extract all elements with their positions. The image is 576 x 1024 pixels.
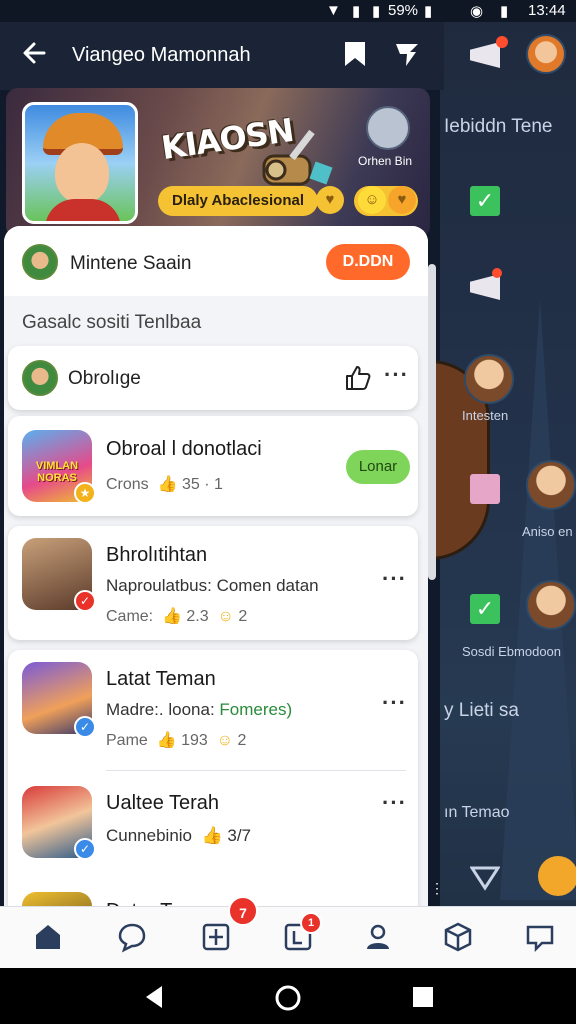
item-meta: Crons 👍 35 · 1 (106, 476, 223, 493)
star-badge-icon: ★ (74, 482, 96, 504)
mascot-label: Orhen Bin (358, 154, 413, 168)
background-text-6: ın Temao (444, 804, 510, 821)
add-button[interactable]: Lonar (346, 450, 410, 484)
item-title: Bhrolıtihtan (106, 544, 208, 566)
status-bar: ▼ ▮ ▮ 59% ▮ ◉ ▮ 13:44 (0, 0, 576, 22)
group-avatar (22, 360, 58, 396)
smile-icon: ☺ (358, 186, 386, 214)
background-text-4: Sosdi Ebmodoon (462, 644, 562, 659)
signal-icon: ▮ (352, 3, 361, 20)
notification-badge: 7 (228, 896, 258, 926)
list-group: ✓ Latat Teman Madre:. loona: Fomeres) Pa… (8, 650, 418, 926)
more-options-icon[interactable]: ··· (382, 790, 407, 816)
calendar-icon[interactable] (200, 921, 232, 953)
home-circle-icon[interactable] (274, 984, 302, 1017)
check-badge-icon: ✓ (74, 590, 96, 612)
smile-icon: ☺ (213, 608, 234, 625)
thumb-icon: 👍 (153, 476, 178, 493)
join-button[interactable]: D.DDN (326, 244, 410, 280)
notification-badge: 1 (300, 912, 322, 934)
owner-name: Mintene Saain (70, 253, 192, 274)
check-icon[interactable]: ✓ (470, 186, 500, 216)
background-text-1: Iebiddn Tene (444, 116, 553, 137)
home-icon[interactable] (32, 921, 64, 953)
battery-text: 59% (388, 2, 419, 19)
item-subtitle: Naproulatbus: Comen datan (106, 576, 319, 595)
item-title: Ualtee Terah (106, 792, 220, 814)
more-options-icon[interactable]: ··· (382, 690, 407, 716)
signal-icon: ▮ (372, 3, 381, 20)
triangle-icon[interactable] (469, 864, 501, 892)
clock-text: 13:44 (528, 2, 566, 19)
app-screen: Iebiddn Tene ✓ Intesten Aniso en ✓ Sosdi… (0, 0, 576, 1024)
background-text-3: Aniso en (522, 524, 573, 539)
background-text-2: Intesten (462, 408, 509, 423)
heart-coin-icon[interactable]: ♥ (316, 186, 344, 214)
user-avatar[interactable] (526, 34, 566, 74)
item-title: Latat Teman (106, 668, 216, 690)
more-vert-icon[interactable]: ⋮ (430, 880, 444, 897)
filter-icon[interactable] (394, 40, 420, 68)
section-label: Gasalc sositi Tenlbaa (22, 312, 202, 333)
owner-avatar[interactable] (22, 244, 58, 280)
background-text-5: y Lieti sa (444, 700, 519, 721)
mascot-image (366, 106, 410, 150)
group-head-card[interactable]: Obrolıge ··· (8, 346, 418, 410)
list-item[interactable]: ✓ Bhrolıtihtan Naproulatbus: Comen datan… (8, 526, 418, 640)
item-meta: Came: 👍 2.3 ☺ 2 (106, 608, 248, 625)
app-header: Viangeo Mamonnah (0, 22, 444, 90)
thumb-icon: 👍 (196, 826, 223, 845)
profile-icon[interactable] (362, 921, 394, 953)
check-icon[interactable]: ✓ (470, 594, 500, 624)
bookmark-icon[interactable] (342, 40, 368, 68)
thumbs-up-icon[interactable] (344, 364, 372, 392)
item-meta: Pame 👍 193 ☺ 2 (106, 732, 247, 749)
cube-icon[interactable] (442, 921, 474, 953)
coin-icon[interactable] (538, 856, 576, 896)
group-sheet: Mintene Saain D.DDN Gasalc sositi Tenlba… (4, 226, 428, 926)
banner-pill-button[interactable]: Dlaly Abaclesional (158, 186, 318, 216)
bottom-nav (0, 906, 576, 968)
recents-icon[interactable] (412, 986, 434, 1013)
chat-icon[interactable] (116, 921, 148, 953)
message-icon[interactable] (524, 921, 556, 953)
more-options-icon[interactable]: ··· (382, 566, 407, 592)
friend-avatar[interactable] (464, 354, 514, 404)
system-nav-bar (0, 968, 576, 1024)
battery-icon: ▮ (500, 3, 509, 20)
notification-dot (496, 36, 508, 48)
item-subtitle: Madre:. loona: Fomeres) (106, 700, 293, 719)
heart-icon: ♥ (388, 186, 416, 214)
alarm-icon: ◉ (470, 3, 484, 20)
game-banner[interactable]: KIAOSN Orhen Bin Dlaly Abaclesional ♥ ☺ … (6, 88, 430, 238)
back-arrow-icon[interactable] (20, 38, 50, 68)
item-meta: Cunnebinio 👍 3/7 (106, 826, 252, 845)
book-icon[interactable] (470, 474, 500, 504)
check-badge-icon: ✓ (74, 716, 96, 738)
notification-dot (492, 268, 502, 278)
battery-icon: ▮ (424, 3, 433, 20)
group-name: Obrolıge (68, 368, 141, 389)
scrollbar[interactable] (428, 264, 436, 580)
smile-icon: ☺ (212, 732, 234, 749)
item-title: Obroal l donotlaci (106, 438, 262, 460)
check-badge-icon: ✓ (74, 838, 96, 860)
more-options-icon[interactable]: ··· (384, 362, 409, 388)
thumb-icon: 👍 (157, 608, 182, 625)
wifi-icon: ▼ (326, 2, 341, 19)
page-title: Viangeo Mamonnah (72, 44, 251, 66)
thumb-icon: 👍 (152, 732, 177, 749)
friend-avatar[interactable] (526, 460, 576, 510)
divider (106, 770, 406, 771)
owner-row: Mintene Saain D.DDN (4, 226, 428, 296)
hero-image (22, 102, 138, 224)
list-item[interactable]: VIMLAN NORAS ★ Obroal l donotlaci Crons … (8, 416, 418, 516)
friend-avatar[interactable] (526, 580, 576, 630)
avatar-text: VIMLAN NORAS (35, 460, 79, 484)
back-icon[interactable] (142, 984, 166, 1015)
